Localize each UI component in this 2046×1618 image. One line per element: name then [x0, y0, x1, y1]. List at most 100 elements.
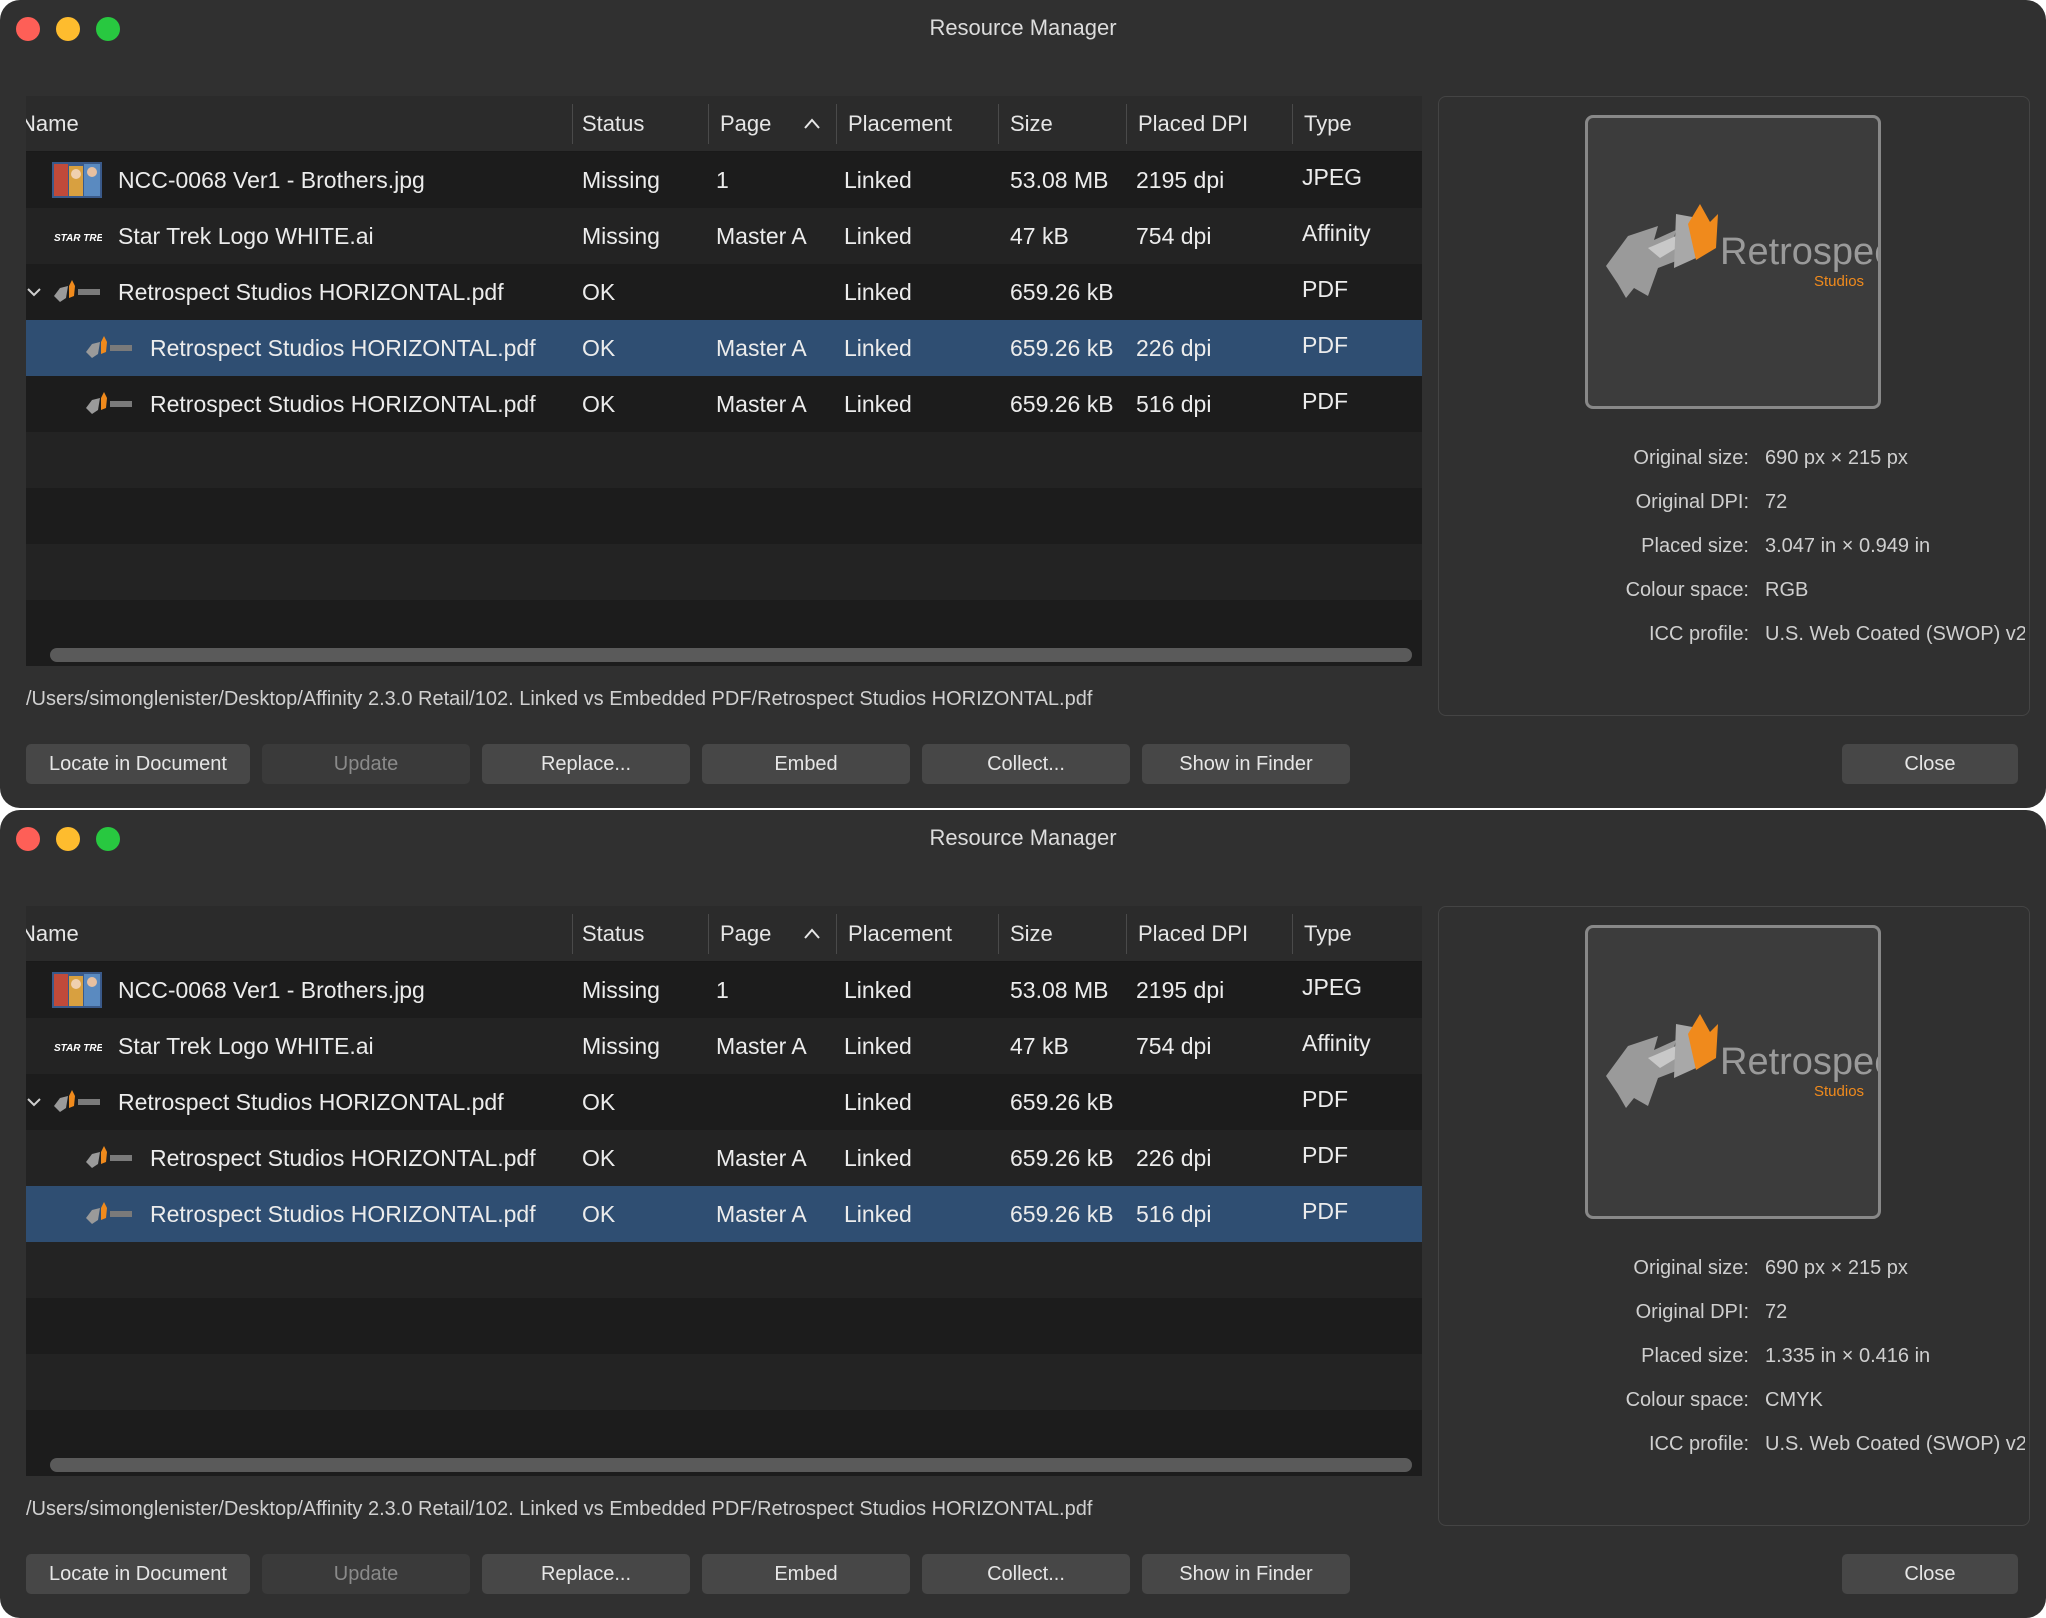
retrospect-logo-thumbnail [84, 1196, 134, 1232]
resource-placement: Linked [844, 167, 912, 193]
column-header-placement[interactable]: Placement [848, 96, 952, 152]
replace-button[interactable]: Replace... [482, 1554, 690, 1594]
column-header-type[interactable]: Type [1304, 906, 1352, 962]
column-header-size[interactable]: Size [1010, 96, 1053, 152]
photo-thumbnail [52, 162, 102, 198]
svg-text:STAR TREK: STAR TREK [54, 1043, 102, 1054]
column-header-size[interactable]: Size [1010, 906, 1053, 962]
resource-name: Retrospect Studios HORIZONTAL.pdf [150, 335, 536, 361]
update-button[interactable]: Update [262, 1554, 470, 1594]
resource-type: PDF [1302, 1198, 1348, 1224]
resource-size: 659.26 kB [1010, 279, 1114, 305]
column-header-placed-dpi[interactable]: Placed DPI [1138, 906, 1248, 962]
resource-type: Affinity [1302, 1030, 1371, 1056]
column-header-page[interactable]: Page [720, 96, 771, 152]
resource-status: Missing [582, 223, 660, 249]
resource-manager-window: Resource Manager Name Status Page Placem… [0, 0, 2046, 808]
empty-row [26, 1242, 1422, 1298]
empty-row [26, 1354, 1422, 1410]
horizontal-scrollbar[interactable] [50, 1458, 1412, 1472]
resource-placement: Linked [844, 223, 912, 249]
logo-subtext: Studios [1814, 273, 1864, 290]
update-button[interactable]: Update [262, 744, 470, 784]
empty-row [26, 1298, 1422, 1354]
column-divider[interactable] [998, 914, 999, 954]
title-bar[interactable]: Resource Manager [0, 0, 2046, 56]
embed-button[interactable]: Embed [702, 744, 910, 784]
resource-placed-dpi: 516 dpi [1136, 1201, 1212, 1227]
resource-name: Retrospect Studios HORIZONTAL.pdf [118, 279, 504, 305]
locate-in-document-button[interactable]: Locate in Document [26, 1554, 250, 1594]
resource-type: JPEG [1302, 164, 1363, 190]
column-divider[interactable] [836, 914, 837, 954]
star-trek-logo-thumbnail: STAR TREK [52, 1028, 111, 1064]
resource-preview: Retrospect Studios [1585, 115, 1904, 409]
info-label: Placed size: [1641, 1345, 1749, 1367]
locate-in-document-button[interactable]: Locate in Document [26, 744, 250, 784]
resource-size: 53.08 MB [1010, 167, 1109, 193]
column-divider[interactable] [836, 104, 837, 144]
column-header-page[interactable]: Page [720, 906, 771, 962]
chevron-down-icon[interactable] [26, 284, 42, 300]
close-button[interactable]: Close [1842, 744, 2018, 784]
column-divider[interactable] [1126, 914, 1127, 954]
logo-text: Retrospect [1720, 1041, 1878, 1083]
replace-button[interactable]: Replace... [482, 744, 690, 784]
column-header-placed-dpi[interactable]: Placed DPI [1138, 96, 1248, 152]
resource-name: NCC-0068 Ver1 - Brothers.jpg [118, 167, 425, 193]
resources-table[interactable]: Name Status Page Placement Size Placed D… [26, 906, 1422, 1476]
chevron-down-icon[interactable] [26, 1094, 42, 1110]
column-header-name[interactable]: Name [26, 906, 79, 962]
resource-name: Star Trek Logo WHITE.ai [118, 223, 374, 249]
column-divider[interactable] [1292, 104, 1293, 144]
column-divider[interactable] [572, 104, 573, 144]
resource-size: 659.26 kB [1010, 335, 1114, 361]
column-divider[interactable] [1292, 914, 1293, 954]
resource-type: JPEG [1302, 974, 1363, 1000]
horizontal-scrollbar[interactable] [50, 648, 1412, 662]
column-header-type[interactable]: Type [1304, 96, 1352, 152]
column-header-status[interactable]: Status [582, 906, 644, 962]
collect-button[interactable]: Collect... [922, 1554, 1130, 1594]
retrospect-logo-image: Retrospect Studios [1606, 1014, 1904, 1108]
show-in-finder-button[interactable]: Show in Finder [1142, 744, 1350, 784]
resources-table[interactable]: Name Status Page Placement Size Placed D… [26, 96, 1422, 666]
column-header-placement[interactable]: Placement [848, 906, 952, 962]
resource-size: 47 kB [1010, 223, 1069, 249]
column-divider[interactable] [998, 104, 999, 144]
resource-page: 1 [716, 167, 729, 193]
table-row[interactable]: Retrospect Studios HORIZONTAL.pdf OK Mas… [26, 1186, 1422, 1242]
table-row[interactable]: Retrospect Studios HORIZONTAL.pdf OK Mas… [26, 376, 1422, 432]
column-divider[interactable] [572, 914, 573, 954]
table-row[interactable]: NCC-0068 Ver1 - Brothers.jpg Missing 1 L… [26, 152, 1422, 208]
title-bar[interactable]: Resource Manager [0, 810, 2046, 866]
resource-info-panel: Retrospect Studios Original size: 690 px … [1438, 96, 2030, 716]
table-row[interactable]: NCC-0068 Ver1 - Brothers.jpg Missing 1 L… [26, 962, 1422, 1018]
column-header-status[interactable]: Status [582, 96, 644, 152]
resource-name: Retrospect Studios HORIZONTAL.pdf [118, 1089, 504, 1115]
resource-name: Retrospect Studios HORIZONTAL.pdf [150, 1201, 536, 1227]
file-path: /Users/simonglenister/Desktop/Affinity 2… [26, 1498, 1093, 1520]
column-divider[interactable] [1126, 104, 1127, 144]
embed-button[interactable]: Embed [702, 1554, 910, 1594]
info-value: 72 [1765, 491, 1788, 513]
resource-name: Star Trek Logo WHITE.ai [118, 1033, 374, 1059]
close-button[interactable]: Close [1842, 1554, 2018, 1594]
table-row[interactable]: Retrospect Studios HORIZONTAL.pdf OK Lin… [26, 264, 1422, 320]
table-header: Name Status Page Placement Size Placed D… [26, 906, 1422, 962]
table-row[interactable]: Retrospect Studios HORIZONTAL.pdf OK Mas… [26, 1130, 1422, 1186]
table-row[interactable]: Retrospect Studios HORIZONTAL.pdf OK Lin… [26, 1074, 1422, 1130]
column-header-name[interactable]: Name [26, 96, 79, 152]
resource-name: Retrospect Studios HORIZONTAL.pdf [150, 391, 536, 417]
info-label: Colour space: [1625, 579, 1749, 601]
info-value: CMYK [1765, 1389, 1823, 1411]
collect-button[interactable]: Collect... [922, 744, 1130, 784]
resource-page: Master A [716, 223, 807, 249]
table-row[interactable]: STAR TREK Star Trek Logo WHITE.ai Missin… [26, 1018, 1422, 1074]
table-row[interactable]: STAR TREK Star Trek Logo WHITE.ai Missin… [26, 208, 1422, 264]
show-in-finder-button[interactable]: Show in Finder [1142, 1554, 1350, 1594]
column-divider[interactable] [708, 104, 709, 144]
table-row[interactable]: Retrospect Studios HORIZONTAL.pdf OK Mas… [26, 320, 1422, 376]
column-divider[interactable] [708, 914, 709, 954]
resource-type: PDF [1302, 1086, 1348, 1112]
